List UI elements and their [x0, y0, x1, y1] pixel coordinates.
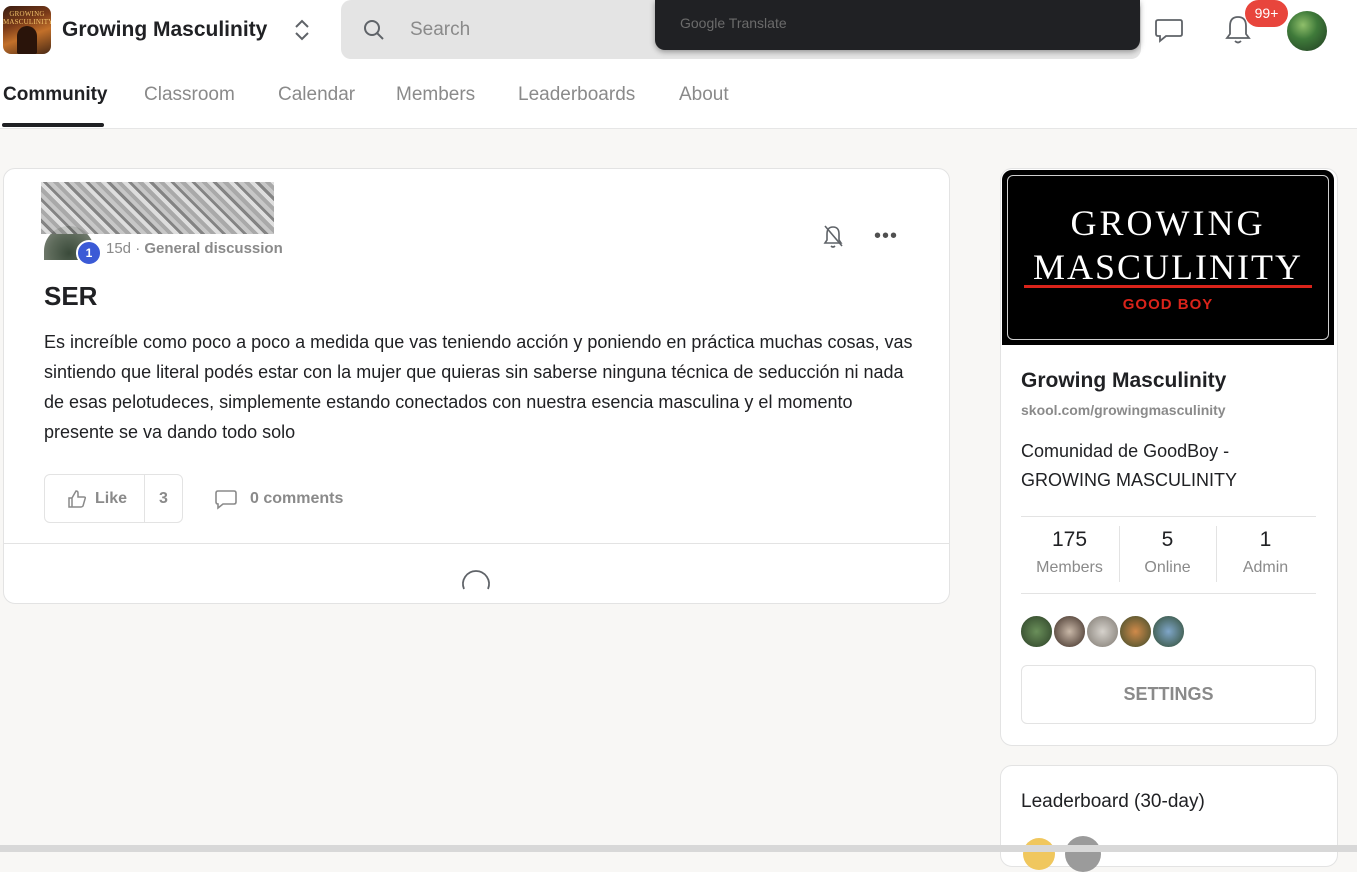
like-button[interactable]: Like 3 — [44, 474, 183, 523]
member-avatar[interactable] — [1086, 615, 1119, 648]
stat-members[interactable]: 175 Members — [1021, 528, 1118, 577]
search-placeholder: Search — [410, 19, 471, 40]
tab-about[interactable]: About — [679, 84, 729, 106]
stat-online-label: Online — [1144, 559, 1191, 576]
active-tab-indicator — [2, 123, 104, 127]
cover-red-rule — [1024, 285, 1312, 288]
post-card[interactable]: 1 15d · General discussion ••• SER Es in… — [3, 168, 950, 604]
stat-admin-label: Admin — [1242, 559, 1289, 576]
stat-members-label: Members — [1036, 559, 1103, 576]
like-toggle[interactable]: Like — [45, 475, 145, 522]
member-avatar[interactable] — [1020, 615, 1053, 648]
logo-figure — [17, 26, 37, 54]
cover-line-3: GOOD BOY — [1122, 296, 1214, 313]
bell-off-icon[interactable] — [822, 223, 844, 249]
post-body: Es increíble como poco a poco a medida q… — [44, 332, 913, 442]
member-avatar[interactable] — [1053, 615, 1086, 648]
nav-tabs: Community Classroom Calendar Members Lea… — [0, 64, 1357, 129]
post-age: 15d — [106, 240, 132, 257]
top-bar: GROWING MASCULINITY Growing Masculinity … — [0, 0, 1357, 64]
comment-icon — [215, 490, 237, 510]
tab-calendar[interactable]: Calendar — [278, 84, 355, 106]
stat-online-value: 5 — [1161, 528, 1174, 551]
post-divider — [4, 543, 949, 544]
stats-bottom-divider — [1021, 593, 1316, 594]
cover-line-2: MASCULINITY — [1033, 247, 1303, 287]
post-title[interactable]: SER — [44, 281, 97, 312]
switch-community-icon[interactable] — [292, 17, 312, 43]
stats-top-divider — [1021, 516, 1316, 517]
tab-community[interactable]: Community — [3, 84, 108, 106]
member-avatar[interactable] — [1119, 615, 1152, 648]
like-count[interactable]: 3 — [159, 490, 168, 508]
chat-icon[interactable] — [1154, 16, 1184, 44]
settings-button[interactable]: SETTINGS — [1021, 665, 1316, 724]
loading-spinner-icon — [462, 570, 490, 590]
leaderboard-avatar[interactable] — [1065, 836, 1101, 872]
member-avatar[interactable] — [1152, 615, 1185, 648]
meta-separator: · — [135, 240, 141, 257]
like-label: Like — [95, 490, 128, 507]
stat-admin-value: 1 — [1259, 528, 1272, 551]
thumbs-up-icon — [68, 490, 87, 508]
cover-line-1: GROWING — [1070, 203, 1266, 243]
google-translate-label: Google Translate — [680, 15, 787, 31]
leaderboard-title[interactable]: Leaderboard (30-day) — [1021, 791, 1205, 813]
post-category[interactable]: General discussion — [144, 240, 282, 257]
google-translate-bar[interactable]: Google Translate — [655, 0, 1140, 50]
post-author-name-blurred — [41, 182, 274, 234]
author-level-badge: 1 — [76, 240, 102, 266]
more-options-icon[interactable]: ••• — [874, 225, 898, 248]
search-icon — [364, 20, 384, 40]
logo-text: GROWING MASCULINITY — [3, 10, 51, 26]
sidebar-community-name: Growing Masculinity — [1021, 369, 1227, 392]
stat-admin[interactable]: 1 Admin — [1217, 528, 1314, 577]
sidebar-description: Comunidad de GoodBoy - GROWING MASCULINI… — [1021, 441, 1238, 490]
comments-count: 0 comments — [250, 490, 344, 507]
community-logo[interactable]: GROWING MASCULINITY — [3, 6, 51, 54]
stat-online[interactable]: 5 Online — [1119, 528, 1216, 577]
tab-leaderboards[interactable]: Leaderboards — [518, 84, 635, 106]
sidebar-community-url[interactable]: skool.com/growingmasculinity — [1021, 402, 1226, 418]
community-name[interactable]: Growing Masculinity — [62, 18, 267, 42]
post-meta: 15d · General discussion — [106, 240, 283, 257]
notifications-badge: 99+ — [1245, 0, 1288, 27]
stat-members-value: 175 — [1051, 528, 1088, 551]
leaderboard-avatar[interactable] — [1023, 838, 1055, 870]
user-avatar[interactable] — [1287, 11, 1327, 51]
tab-members[interactable]: Members — [396, 84, 475, 106]
community-cover-image: GROWING MASCULINITY GOOD BOY — [1002, 170, 1334, 345]
tab-classroom[interactable]: Classroom — [144, 84, 235, 106]
horizontal-scrollbar[interactable] — [0, 845, 1357, 852]
